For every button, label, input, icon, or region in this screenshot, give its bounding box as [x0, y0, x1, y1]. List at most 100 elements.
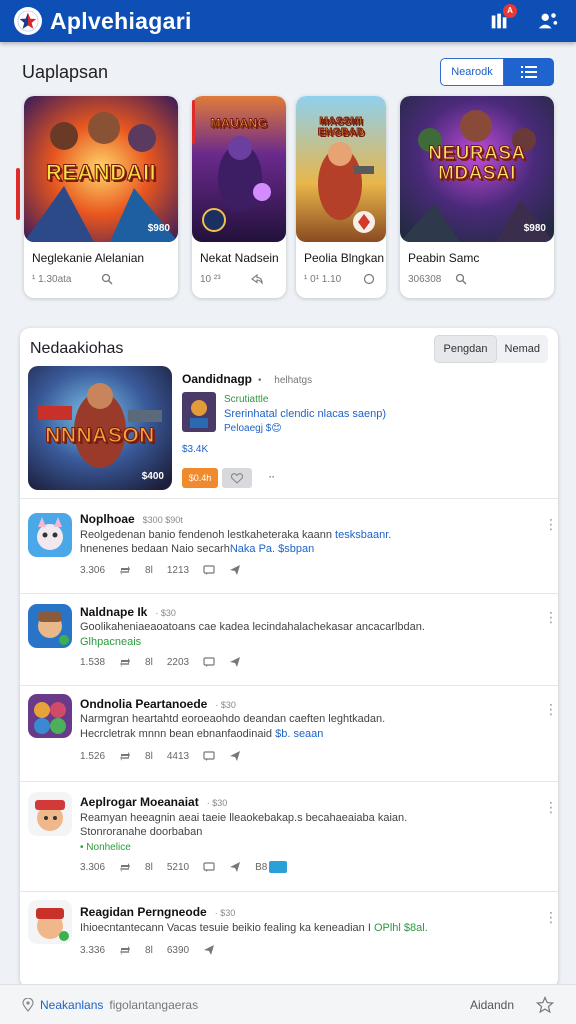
more-options-icon[interactable]: ⠒: [268, 473, 275, 484]
send-icon[interactable]: [229, 564, 241, 576]
featured-tagline: Scrutiattle: [224, 394, 269, 405]
list-item[interactable]: Ondnolia Peartanoede · $30 Narmgran heart…: [20, 685, 558, 781]
list-item[interactable]: Reagidan Perngneode · $30 Ihioecntantecan…: [20, 891, 558, 988]
item-tag: • Nonhelice: [80, 842, 131, 853]
retweet-icon[interactable]: [119, 861, 131, 873]
heart-icon: [231, 472, 243, 484]
game-meta: ¹ 1.30ata: [32, 273, 72, 285]
item-link[interactable]: tesksbaanr.: [335, 529, 391, 541]
comments-count: 8l: [145, 750, 153, 762]
more-options-icon[interactable]: ⋮: [544, 702, 558, 716]
comments-count: 8l: [145, 564, 153, 576]
game-meta: 10 ²³: [200, 273, 221, 285]
search-icon[interactable]: [101, 273, 113, 285]
item-text: Reamyan heeagnin aeai taeie lleaokebakap…: [80, 812, 408, 824]
game-card[interactable]: NEURASA MDASAI $980 Peabin Samc 306308: [400, 96, 554, 298]
item-time: $300 $90t: [142, 515, 183, 525]
panel-title: Nedaakiohas: [30, 340, 124, 357]
location-link[interactable]: Neakanlans figolantangaeras: [22, 997, 198, 1012]
share-icon[interactable]: [250, 273, 263, 285]
item-time: · $30: [215, 700, 236, 710]
comment-icon[interactable]: [203, 564, 215, 576]
app-logo-icon[interactable]: [14, 7, 42, 35]
item-text: Narmgran heartahtd eoroeaohdo deandan ca…: [80, 713, 386, 725]
item-title: Naldnape Ik: [80, 605, 148, 619]
account-button[interactable]: [534, 7, 562, 35]
list-item[interactable]: Noplhoae $300 $90t Reolgedenan banio fend…: [20, 498, 558, 593]
game-card[interactable]: REANDAII $980 Neglekanie Alelanian ¹ 1.3…: [24, 96, 178, 298]
featured-image[interactable]: NNNASON $400: [28, 366, 172, 490]
views-count: 3.306: [80, 564, 106, 576]
game-thumbnail-text: MASSMI ENGBAD: [317, 116, 365, 139]
link-badge[interactable]: B8: [255, 861, 288, 873]
views-count: 3.336: [80, 944, 106, 956]
featured-image-text: NNNASON: [45, 424, 155, 448]
featured-image-price: $400: [141, 471, 164, 482]
notifications-button[interactable]: A: [486, 4, 517, 35]
send-icon[interactable]: [203, 944, 215, 956]
item-time: · $30: [155, 608, 176, 618]
nearby-toggle-button[interactable]: Nearodk: [440, 58, 504, 86]
more-options-icon[interactable]: ⋮: [544, 800, 558, 814]
list-item[interactable]: Aeplrogar Moeanaiat · $30 Reamyan heeagni…: [20, 781, 558, 891]
carousel-indicator: [16, 168, 20, 220]
item-link[interactable]: $b. seaan: [275, 728, 323, 740]
buy-button[interactable]: $0.4h: [182, 468, 218, 488]
more-options-icon[interactable]: ⋮: [544, 910, 558, 924]
game-card[interactable]: MASSMI ENGBAD Peolia Blngkan ¹ 0¹ 1.10: [296, 96, 386, 298]
item-link[interactable]: Naka Pa. $sbpan: [230, 543, 314, 555]
star-icon[interactable]: [536, 995, 554, 1014]
favorite-button[interactable]: [222, 468, 252, 488]
comment-icon[interactable]: [203, 861, 215, 873]
send-icon[interactable]: [229, 656, 241, 668]
item-title: Reagidan Perngneode: [80, 905, 207, 919]
item-stats: 3.306 8l 5210 B8: [80, 861, 288, 873]
circle-icon[interactable]: [363, 273, 375, 285]
section-header: Uaplapsan Nearodk: [22, 58, 554, 86]
comment-icon[interactable]: [203, 656, 215, 668]
view-toggle: Nearodk: [440, 58, 554, 86]
game-title: Neglekanie Alelanian: [32, 251, 145, 265]
game-thumbnail: MASSMI ENGBAD: [296, 96, 386, 242]
item-stats: 1.538 8l 2203: [80, 656, 241, 668]
avatar: [28, 604, 72, 648]
search-icon[interactable]: [455, 273, 467, 285]
item-text: Stonroranahe doorbaban: [80, 826, 203, 838]
users-icon: [538, 13, 558, 29]
game-thumbnail-text: NEURASA MDASAI: [428, 143, 526, 184]
list-item[interactable]: Naldnape Ik · $30 Goolikaheniaeaoatoans c…: [20, 593, 558, 685]
item-link[interactable]: OPlhl $8al.: [374, 922, 428, 934]
action-button[interactable]: Aidandn: [470, 998, 514, 1012]
more-options-icon[interactable]: ⋮: [544, 610, 558, 624]
retweet-icon[interactable]: [119, 944, 131, 956]
retweet-icon[interactable]: [119, 564, 131, 576]
send-icon[interactable]: [229, 861, 241, 873]
tab-nemad[interactable]: Nemad: [497, 335, 548, 363]
featured-note: Peloaegj $😊: [224, 423, 282, 434]
list-view-button[interactable]: [504, 58, 554, 86]
more-options-icon[interactable]: ⋮: [544, 517, 558, 531]
game-thumbnail: NEURASA MDASAI $980: [400, 96, 554, 242]
send-icon[interactable]: [229, 750, 241, 762]
panel-tabs: Pengdan Nemad: [434, 335, 548, 363]
likes-count: 2203: [166, 656, 190, 668]
game-card[interactable]: MAUANG Nekat Nadsein 10 ²³: [192, 96, 286, 298]
location-pin-icon: [22, 997, 34, 1012]
retweet-icon[interactable]: [119, 656, 131, 668]
game-price: $980: [147, 223, 170, 234]
notification-badge: A: [503, 4, 517, 18]
tab-pengdan[interactable]: Pengdan: [434, 335, 497, 363]
item-stats: 3.336 8l 6390: [80, 944, 215, 956]
likes-count: 5210: [166, 861, 190, 873]
game-title: Peabin Samc: [408, 251, 480, 265]
item-text: hnenenes bedaan Naio secarh: [80, 543, 230, 555]
comment-icon[interactable]: [203, 750, 215, 762]
item-title: Ondnolia Peartanoede: [80, 697, 208, 711]
retweet-icon[interactable]: [119, 750, 131, 762]
avatar: [28, 694, 72, 738]
likes-count: 6390: [166, 944, 190, 956]
game-price: $980: [523, 223, 546, 234]
game-thumbnail-text: MAUANG: [210, 116, 268, 131]
featured-title: Oandidnagp: [182, 372, 252, 386]
section-title: Uaplapsan: [22, 61, 109, 82]
